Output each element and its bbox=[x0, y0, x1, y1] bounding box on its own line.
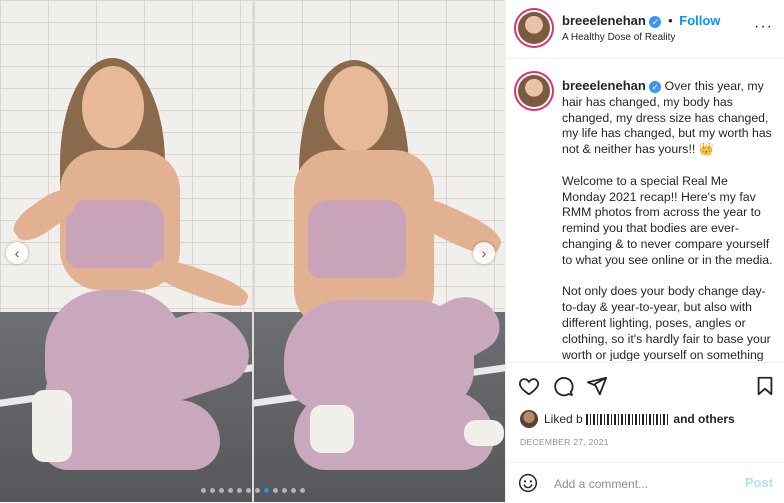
caption-paragraph-2: Welcome to a special Real Me Monday 2021… bbox=[562, 173, 773, 267]
post-date: DECEMBER 27, 2021 bbox=[520, 437, 609, 447]
chevron-right-icon: › bbox=[481, 245, 487, 261]
post-subtitle: A Healthy Dose of Reality bbox=[562, 32, 676, 43]
post-caption: breeelenehan ✓ Over this year, my hair h… bbox=[562, 78, 773, 361]
carousel-dot bbox=[209, 488, 215, 493]
carousel-dot bbox=[254, 488, 260, 493]
emoji-icon[interactable] bbox=[518, 473, 538, 493]
likes-others-link[interactable]: and others bbox=[673, 412, 734, 426]
chevron-left-icon: ‹ bbox=[14, 245, 20, 261]
post-media[interactable]: ‹ › bbox=[0, 0, 505, 502]
liker-avatar[interactable] bbox=[520, 410, 538, 428]
person-figure bbox=[254, 0, 505, 502]
post-comment-button[interactable]: Post bbox=[745, 475, 773, 490]
person-figure bbox=[0, 0, 252, 502]
carousel-dot bbox=[227, 488, 233, 493]
likes-summary: Liked b and others bbox=[520, 410, 735, 428]
share-icon[interactable] bbox=[586, 375, 608, 397]
more-options-icon[interactable]: ··· bbox=[754, 18, 773, 36]
carousel-dot bbox=[272, 488, 278, 493]
username-link[interactable]: breeelenehan bbox=[562, 13, 646, 28]
heart-icon[interactable] bbox=[518, 375, 540, 397]
carousel-indicator bbox=[0, 488, 505, 493]
bookmark-icon[interactable] bbox=[754, 375, 776, 397]
comment-icon[interactable] bbox=[552, 375, 574, 397]
carousel-dot bbox=[200, 488, 206, 493]
carousel-dot bbox=[299, 488, 305, 493]
add-comment-bar: Post bbox=[506, 462, 784, 503]
caption-paragraph-3: Not only does your body change day-to-da… bbox=[562, 284, 771, 361]
likes-prefix: Liked b bbox=[544, 412, 583, 426]
photo-after bbox=[254, 0, 505, 502]
redacted-username bbox=[586, 414, 671, 426]
separator-dot: • bbox=[668, 13, 673, 28]
crown-emoji-icon: 👑 bbox=[698, 142, 715, 157]
follow-button[interactable]: Follow bbox=[679, 13, 720, 28]
carousel-prev-button[interactable]: ‹ bbox=[6, 242, 28, 264]
carousel-dot bbox=[236, 488, 242, 493]
carousel-dot bbox=[290, 488, 296, 493]
verified-badge-icon: ✓ bbox=[649, 15, 662, 28]
carousel-dot bbox=[263, 488, 269, 493]
carousel-dot bbox=[281, 488, 287, 493]
avatar[interactable] bbox=[518, 12, 550, 44]
carousel-next-button[interactable]: › bbox=[473, 242, 495, 264]
post-side-panel: breeelenehan ✓ • Follow A Healthy Dose o… bbox=[505, 0, 784, 502]
comment-input[interactable] bbox=[552, 473, 736, 495]
action-bar bbox=[506, 362, 784, 405]
avatar[interactable] bbox=[518, 75, 550, 107]
caption-username-link[interactable]: breeelenehan bbox=[562, 78, 646, 93]
verified-badge-icon: ✓ bbox=[649, 80, 662, 93]
comments-section[interactable]: breeelenehan ✓ Over this year, my hair h… bbox=[506, 59, 784, 361]
carousel-dot bbox=[218, 488, 224, 493]
post-header: breeelenehan ✓ • Follow A Healthy Dose o… bbox=[506, 0, 784, 59]
photo-before bbox=[0, 0, 252, 502]
carousel-dot bbox=[245, 488, 251, 493]
